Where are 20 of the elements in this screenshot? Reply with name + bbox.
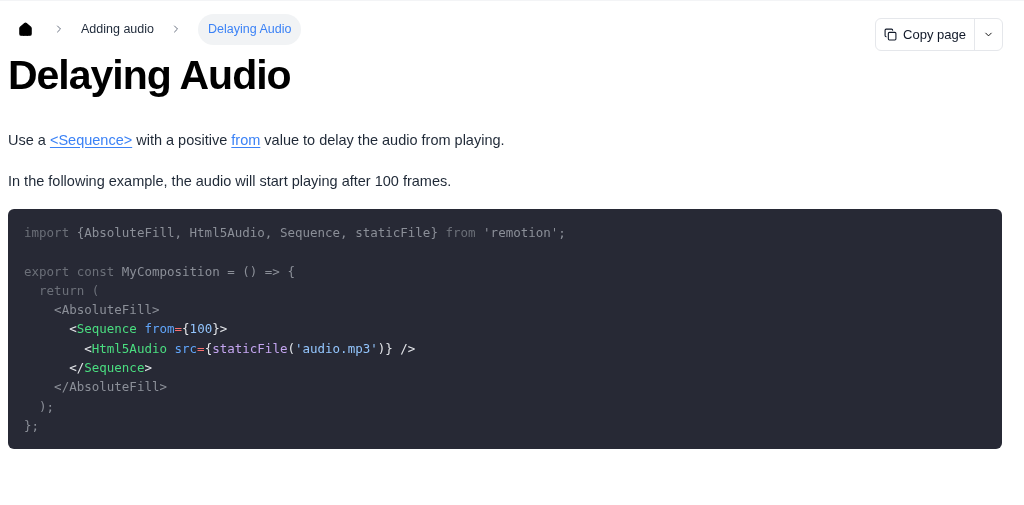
code-line: import {AbsoluteFill, Html5Audio, Sequence, staticFile} from 'remotion'; <box>24 224 566 242</box>
code-line: <Sequence from={100}> <box>68 320 228 339</box>
code-line: <Html5Audio src={staticFile('audio.mp3')} /> <box>83 339 416 358</box>
inline-link[interactable]: from <box>231 132 261 148</box>
code-line: return ( <box>38 281 100 300</box>
code-line: }; <box>24 416 40 435</box>
code-line: export const MyComposition = () => { <box>24 262 295 281</box>
breadcrumb-link[interactable]: Adding audio <box>81 20 154 39</box>
paragraph: In the following example, the audio will start playing after 100 frames. <box>8 172 453 191</box>
code-line: </AbsoluteFill> <box>53 378 167 397</box>
inline-link[interactable]: <Sequence> <box>49 132 133 148</box>
code-line: </Sequence> <box>68 359 152 378</box>
copy-page-button[interactable]: Copy page <box>876 19 975 50</box>
page-title: Delaying Audio <box>7 51 292 100</box>
breadcrumb-link[interactable]: Delaying Audio <box>198 14 302 45</box>
copy-icon <box>884 28 898 41</box>
home-icon <box>18 21 33 37</box>
paragraph: Use a <Sequence> with a positive from value to delay the audio from playing. <box>8 131 506 150</box>
code-line: ); <box>38 397 55 416</box>
code-line: <AbsoluteFill> <box>53 301 160 320</box>
